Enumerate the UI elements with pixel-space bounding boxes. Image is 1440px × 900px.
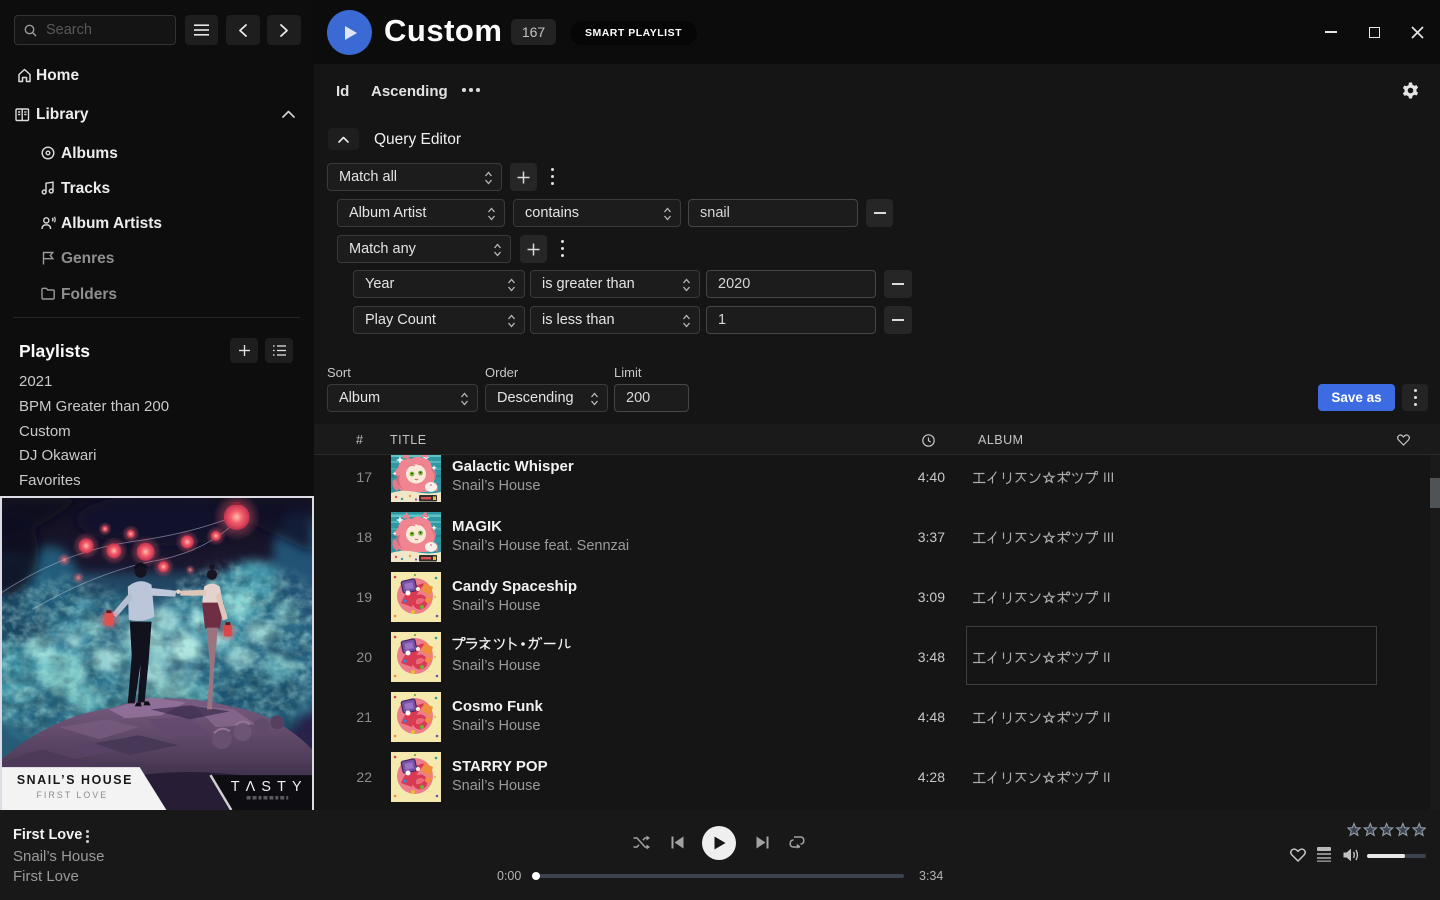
svg-text:SNAIL’S HOUSE: SNAIL’S HOUSE: [17, 773, 133, 787]
svg-text:TΛSTY: TΛSTY: [231, 779, 308, 795]
svg-text:FIRST LOVE: FIRST LOVE: [37, 790, 109, 800]
